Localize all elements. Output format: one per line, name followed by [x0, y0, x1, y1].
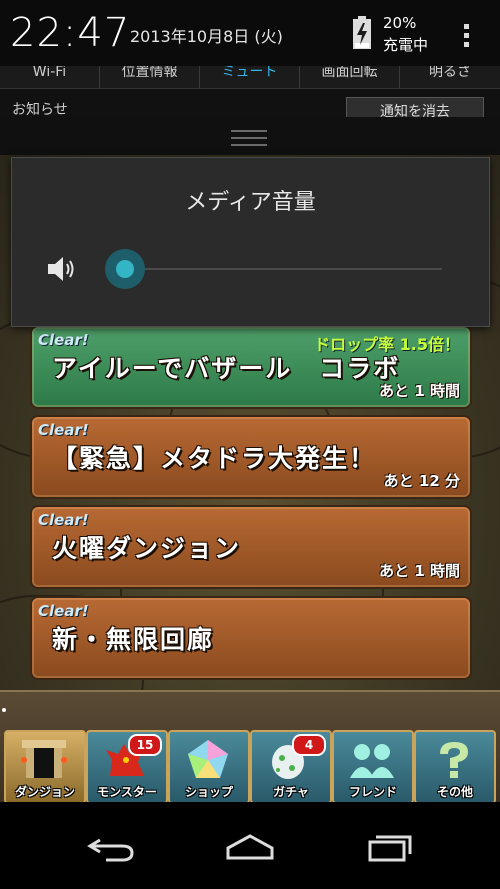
- rotation-toggle[interactable]: 画面回転: [300, 66, 400, 88]
- battery-percent: 20%: [383, 14, 417, 32]
- quick-settings-row: Wi-Fi 位置情報 ミュート 画面回転 明るさ: [0, 66, 500, 89]
- time-remaining: あと 1 時間: [379, 562, 460, 580]
- brightness-toggle[interactable]: 明るさ: [400, 66, 500, 88]
- menu-gacha-button[interactable]: 4 ガチャ: [250, 730, 332, 804]
- menu-shop-button[interactable]: ショップ: [168, 730, 250, 804]
- media-volume-dialog: メディア音量: [11, 157, 490, 327]
- notification-header: お知らせ 通知を消去: [0, 89, 500, 117]
- gacha-count-badge: 4: [292, 734, 326, 756]
- indicator-dot: [2, 708, 6, 712]
- event-banner-2[interactable]: Clear! 【緊急】メタドラ大発生！ あと 12 分: [30, 415, 472, 499]
- question-icon: [440, 742, 468, 778]
- clock: 22:47: [10, 10, 131, 56]
- clear-tag: Clear!: [38, 331, 89, 349]
- shade-handle-area[interactable]: [0, 117, 500, 155]
- time-remaining: あと 1 時間: [379, 382, 460, 400]
- clear-notifications-button[interactable]: 通知を消去: [346, 97, 484, 117]
- clear-tag: Clear!: [38, 602, 89, 620]
- wifi-toggle[interactable]: Wi-Fi: [0, 66, 100, 88]
- volume-title: メディア音量: [185, 190, 316, 215]
- dungeon-gate-icon: [21, 740, 67, 778]
- navigation-bar: [0, 802, 500, 889]
- event-banner-3[interactable]: Clear! 火曜ダンジョン あと 1 時間: [30, 505, 472, 589]
- menu-other-button[interactable]: その他: [414, 730, 496, 804]
- event-title: 火曜ダンジョン: [52, 534, 242, 563]
- menu-monster-button[interactable]: 15 モンスター: [86, 730, 168, 804]
- event-title: 新・無限回廊: [52, 625, 215, 654]
- battery-charging-icon: [353, 16, 371, 49]
- overflow-menu-icon[interactable]: [458, 22, 474, 50]
- date: 2013年10月8日 (火): [130, 27, 283, 46]
- event-title: アイルーでバザール コラボ: [52, 354, 401, 383]
- location-toggle[interactable]: 位置情報: [100, 66, 200, 88]
- menu-friends-button[interactable]: フレンド: [332, 730, 414, 804]
- menu-label: モンスター: [97, 785, 157, 799]
- rainbow-gem-icon: [188, 740, 228, 778]
- menu-dungeon-button[interactable]: ダンジョン: [4, 730, 86, 804]
- back-icon[interactable]: [86, 832, 138, 862]
- battery-status: 充電中: [383, 36, 429, 54]
- speaker-icon[interactable]: [46, 254, 78, 284]
- recent-apps-icon[interactable]: [364, 832, 416, 862]
- event-banner-1[interactable]: Clear! ドロップ率 1.5倍！ アイルーでバザール コラボ あと 1 時間: [30, 325, 472, 409]
- friends-icon: [350, 744, 394, 778]
- time-remaining: あと 12 分: [383, 472, 460, 490]
- notifications-label: お知らせ: [12, 102, 68, 117]
- menu-label: フレンド: [348, 785, 397, 799]
- volume-slider-track[interactable]: [124, 268, 442, 270]
- clear-tag: Clear!: [38, 511, 89, 529]
- menu-label: ダンジョン: [14, 785, 75, 799]
- clear-tag: Clear!: [38, 421, 89, 439]
- status-bar: 22:47 2013年10月8日 (火) 20% 充電中: [0, 0, 500, 66]
- drag-handle-icon[interactable]: [231, 130, 267, 151]
- event-title: 【緊急】メタドラ大発生！: [52, 444, 377, 473]
- menu-label: その他: [436, 785, 473, 799]
- event-banner-4[interactable]: Clear! 新・無限回廊: [30, 596, 472, 680]
- mute-toggle[interactable]: ミュート: [200, 66, 300, 88]
- home-icon[interactable]: [224, 832, 276, 862]
- menu-label: ショップ: [184, 785, 233, 799]
- menu-label: ガチャ: [273, 785, 309, 799]
- monster-count-badge: 15: [128, 734, 162, 756]
- volume-slider-thumb[interactable]: [105, 249, 145, 289]
